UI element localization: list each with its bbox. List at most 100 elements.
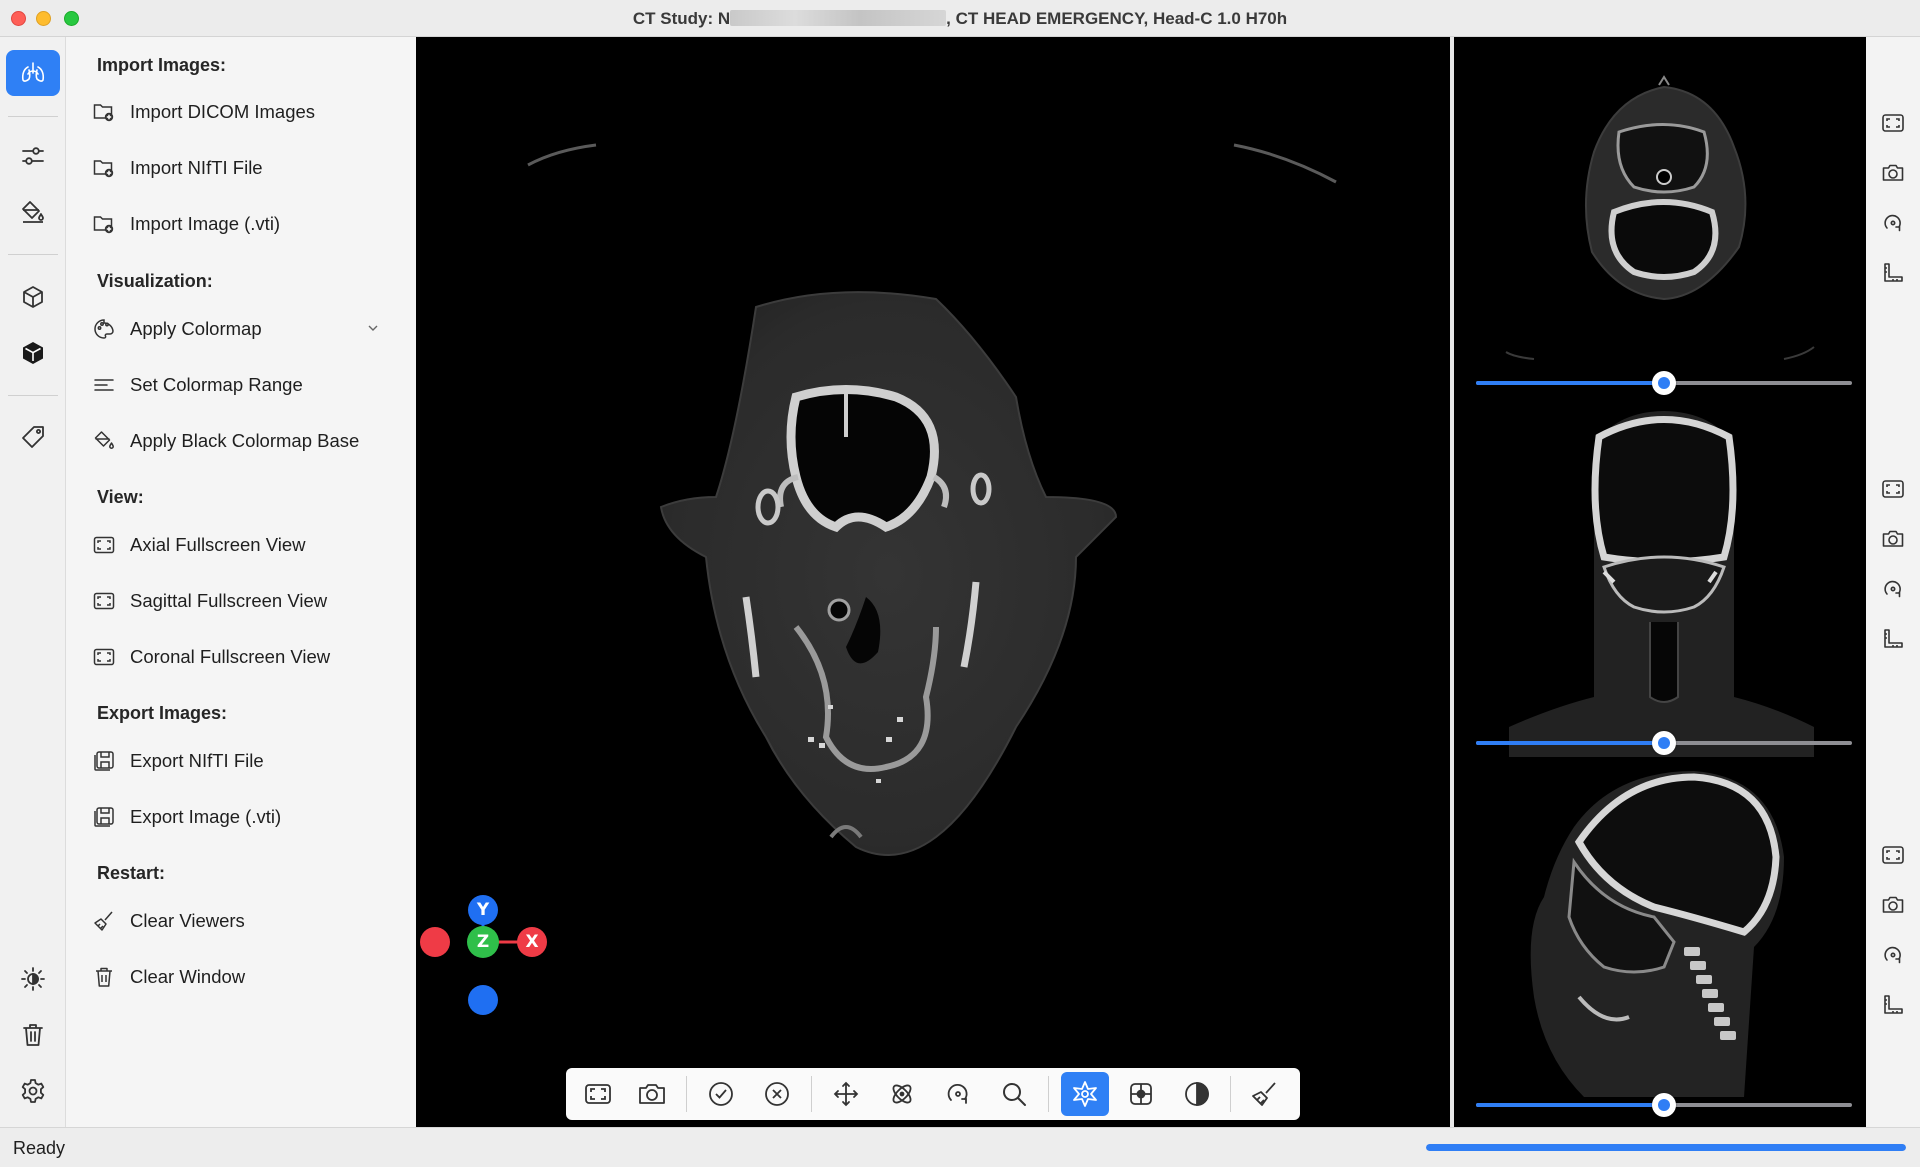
paint-tool-button[interactable] [6,189,60,235]
window-level-button[interactable] [1117,1072,1165,1116]
import-vti-button[interactable]: Import Image (.vti) [92,204,392,244]
sagittal-fullscreen-tool[interactable] [1879,841,1907,869]
sagittal-rotate-tool[interactable] [1879,941,1907,969]
rail-separator [8,254,58,255]
tools-panel: Import Images: Import DICOM Images Impor… [66,37,416,1127]
reject-button[interactable] [753,1072,801,1116]
axial-slice-slider[interactable] [1476,371,1852,395]
fullscreen-icon [1882,114,1904,132]
fullscreen-button[interactable] [574,1072,622,1116]
item-label: Axial Fullscreen View [130,534,306,555]
apply-black-colormap-base-button[interactable]: Apply Black Colormap Base [92,421,392,461]
screenshot-button[interactable] [628,1072,676,1116]
item-label: Sagittal Fullscreen View [130,590,328,611]
coronal-fullscreen-button[interactable]: Coronal Fullscreen View [92,637,392,677]
contrast-icon [1185,1082,1209,1106]
item-label: Coronal Fullscreen View [130,646,331,667]
settings-button[interactable] [6,1068,60,1114]
camera-icon [1882,530,1904,547]
axial-fullscreen-button[interactable]: Axial Fullscreen View [92,525,392,565]
rail-separator [8,395,58,396]
axial-rotate-tool[interactable] [1879,209,1907,237]
rotate-3d-button[interactable] [878,1072,926,1116]
crosshair-tool-button[interactable] [1061,1072,1109,1116]
rotate-button[interactable] [934,1072,982,1116]
magnifier-icon [1003,1083,1026,1106]
slider-fill [1476,741,1664,745]
sagittal-screenshot-tool[interactable] [1879,891,1907,919]
axial-screenshot-tool[interactable] [1879,159,1907,187]
import-nifti-button[interactable]: Import NIfTI File [92,148,392,188]
icon-rail [0,37,66,1127]
section-heading-import: Import Images: [97,55,227,75]
axial-slice-view[interactable] [1454,37,1866,397]
sagittal-measure-tool[interactable] [1879,991,1907,1019]
zoom-button[interactable] [990,1072,1038,1116]
accept-button[interactable] [697,1072,745,1116]
volume-solid-button[interactable] [6,330,60,376]
pan-button[interactable] [822,1072,870,1116]
broom-icon [1252,1082,1276,1106]
neg-x-axis-ball [420,927,450,957]
gear-icon [21,1079,45,1103]
camera-icon [639,1084,665,1104]
progress-fill [1426,1144,1906,1151]
coronal-slice-slider[interactable] [1476,731,1852,755]
coronal-measure-tool[interactable] [1879,625,1907,653]
coronal-screenshot-tool[interactable] [1879,525,1907,553]
contrast-button[interactable] [1173,1072,1221,1116]
axial-measure-tool[interactable] [1879,259,1907,287]
ruler-icon [1884,995,1903,1014]
coronal-rotate-tool[interactable] [1879,575,1907,603]
volume-outline-button[interactable] [6,274,60,320]
trash-rail-button[interactable] [6,1012,60,1058]
axial-ct-image [527,143,1337,856]
item-label: Clear Window [130,966,246,987]
apply-colormap-dropdown[interactable]: Apply Colormap [92,309,392,349]
status-text: Ready [13,1138,66,1158]
clear-window-button[interactable]: Clear Window [92,957,392,997]
item-label: Import Image (.vti) [130,213,281,234]
lungs-icon [21,62,45,82]
item-label: Import DICOM Images [130,101,316,122]
coronal-slice-view[interactable] [1454,407,1866,757]
erase-button[interactable] [1241,1072,1289,1116]
set-colormap-range-button[interactable]: Set Colormap Range [92,365,392,405]
axial-viewer[interactable]: Y X Z [416,37,1450,1127]
sliders-tool-button[interactable] [6,133,60,179]
sliders-icon [22,147,44,165]
fullscreen-icon [1882,480,1904,498]
fullscreen-icon [1882,846,1904,864]
camera-icon [1882,164,1904,181]
axial-fullscreen-tool[interactable] [1879,109,1907,137]
export-nifti-button[interactable]: Export NIfTI File [92,741,392,781]
lungs-tool-button[interactable] [6,50,60,96]
sagittal-fullscreen-button[interactable]: Sagittal Fullscreen View [92,581,392,621]
ruler-icon [1884,629,1903,648]
slider-knob[interactable] [1652,1093,1676,1117]
sagittal-slice-slider[interactable] [1476,1093,1852,1117]
save-icon [92,805,116,829]
coronal-fullscreen-tool[interactable] [1879,475,1907,503]
slider-fill [1476,381,1664,385]
neg-y-axis-ball [468,985,498,1015]
slider-knob[interactable] [1652,371,1676,395]
export-vti-button[interactable]: Export Image (.vti) [92,797,392,837]
orientation-widget: Y X Z [420,890,570,1040]
section-heading-export: Export Images: [97,703,228,723]
import-dicom-button[interactable]: Import DICOM Images [92,92,392,132]
paint-bucket-icon [22,201,44,223]
sagittal-slice-view[interactable] [1454,767,1866,1107]
label-tool-button[interactable] [6,414,60,460]
section-heading-visualization: Visualization: [97,271,213,291]
rotate-icon [1884,214,1901,232]
toolbar-separator [1230,1076,1231,1112]
fullscreen-icon [92,645,116,669]
brightness-button[interactable] [6,956,60,1002]
folder-plus-icon [92,100,116,124]
tag-icon [22,426,44,448]
slider-knob[interactable] [1652,731,1676,755]
title-bar: CT Study: N , CT HEAD EMERGENCY, Head-C 1… [0,0,1920,37]
clear-viewers-button[interactable]: Clear Viewers [92,901,392,941]
item-label: Export NIfTI File [130,750,264,771]
